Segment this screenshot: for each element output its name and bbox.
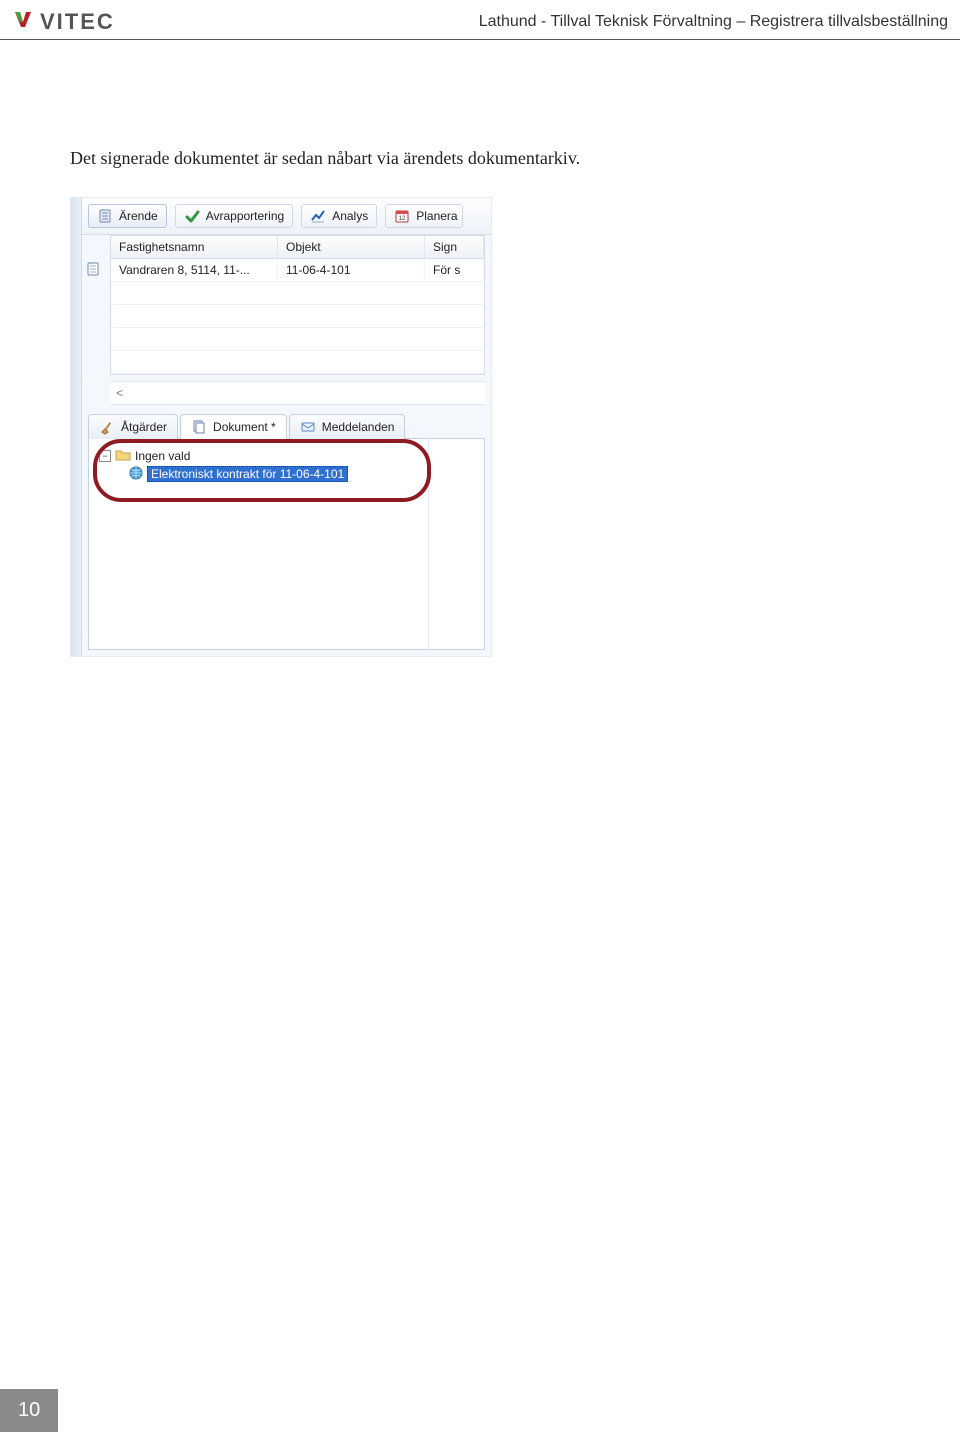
tab-meddelanden[interactable]: Meddelanden [289,414,406,439]
tree-item-contract[interactable]: Elektroniskt kontrakt för 11-06-4-101 [95,465,478,483]
tab-dokument[interactable]: Dokument * [180,414,287,439]
logo-text: VITEC [40,9,115,35]
table-row[interactable] [111,305,484,328]
document-icon [97,208,113,224]
tree-collapse-icon[interactable]: − [99,450,111,462]
document-tree-panel: − Ingen vald Elektroniskt kontrakt för 1… [88,438,485,650]
row-document-icon [85,261,101,280]
tab-label: Meddelanden [322,420,395,434]
folder-icon [115,448,131,465]
page-header: VITEC Lathund - Tillval Teknisk Förvaltn… [0,0,960,40]
tab-analys[interactable]: Analys [301,204,377,228]
svg-text:12: 12 [399,216,406,222]
tree-root[interactable]: − Ingen vald [95,447,478,465]
doc-list-icon [191,419,207,435]
tab-atgarder[interactable]: Åtgärder [88,414,178,439]
lower-tabs: Åtgärder Dokument * Meddelanden [82,413,491,438]
table-row[interactable] [111,282,484,305]
document-title: Lathund - Tillval Teknisk Förvaltning – … [479,13,948,31]
tab-label: Ärende [119,209,158,223]
grid-header: Fastighetsnamn Objekt Sign [111,236,484,259]
message-icon [300,419,316,435]
chevron-left-icon: < [116,386,123,400]
tab-label: Dokument * [213,420,276,434]
col-objekt[interactable]: Objekt [278,236,425,258]
tab-avrapportering[interactable]: Avrapportering [175,204,294,228]
content-area: Det signerade dokumentet är sedan nåbart… [0,40,960,657]
globe-icon [129,466,143,483]
col-fastighetsnamn[interactable]: Fastighetsnamn [111,236,278,258]
cell-fastighetsnamn: Vandraren 8, 5114, 11-... [111,261,278,279]
top-tabs: Ärende Avrapportering Analys [82,198,491,235]
col-sign[interactable]: Sign [425,236,484,258]
intro-paragraph: Det signerade dokumentet är sedan nåbart… [70,148,890,169]
cell-sign: För s [425,261,484,279]
calendar-icon: 12 [394,208,410,224]
tab-label: Analys [332,209,368,223]
app-screenshot: Ärende Avrapportering Analys [70,197,492,657]
window-left-gutter [71,198,82,656]
panel-divider[interactable] [428,439,429,649]
scroll-left-button[interactable]: < [110,381,485,405]
logo: VITEC [12,8,115,35]
check-icon [184,208,200,224]
cell-objekt: 11-06-4-101 [278,261,425,279]
tab-planera[interactable]: 12 Planera [385,204,462,228]
logo-mark-icon [12,8,34,35]
brush-icon [99,419,115,435]
tab-arende[interactable]: Ärende [88,204,167,228]
tab-label: Åtgärder [121,420,167,434]
data-grid: Fastighetsnamn Objekt Sign Vandraren 8, … [110,235,485,375]
table-row[interactable]: Vandraren 8, 5114, 11-... 11-06-4-101 Fö… [111,259,484,282]
table-row[interactable] [111,351,484,374]
tab-label: Planera [416,209,457,223]
tree-item-label: Elektroniskt kontrakt för 11-06-4-101 [147,466,348,482]
table-row[interactable] [111,328,484,351]
tab-label: Avrapportering [206,209,285,223]
page-number: 10 [0,1389,58,1432]
tree-root-label: Ingen vald [135,449,190,463]
chart-icon [310,208,326,224]
